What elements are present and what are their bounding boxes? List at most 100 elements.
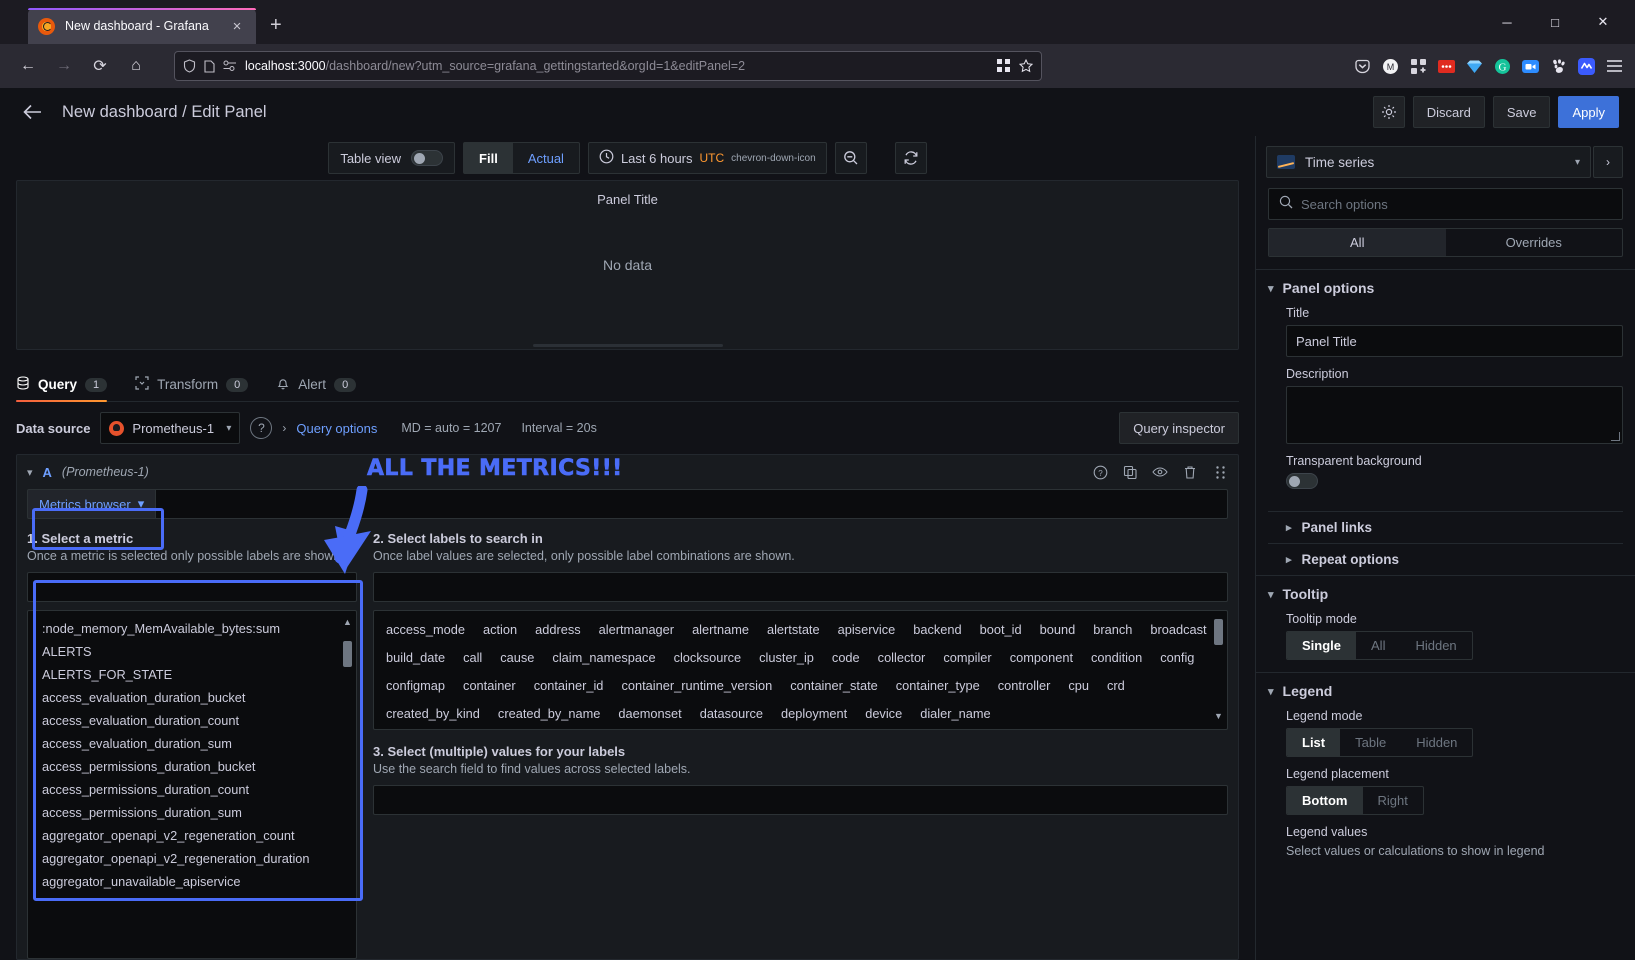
scrollbar-thumb[interactable] [1214, 619, 1223, 645]
list-item[interactable]: access_evaluation_duration_count [28, 709, 356, 732]
gnome-icon[interactable] [1549, 57, 1567, 75]
time-range-picker[interactable]: Last 6 hours UTC chevron-down-icon [588, 142, 827, 174]
subsection-panel-links[interactable]: ▸ Panel links [1268, 511, 1623, 543]
tab-alert[interactable]: Alert 0 [276, 376, 356, 401]
query-ref-id[interactable]: A [43, 465, 52, 480]
subsection-repeat-options[interactable]: ▸ Repeat options [1268, 543, 1623, 575]
actual-button[interactable]: Actual [513, 143, 579, 173]
legend-placement-right[interactable]: Right [1363, 787, 1423, 814]
table-view-toggle[interactable]: Table view [328, 142, 455, 174]
red-extension-icon[interactable] [1437, 57, 1455, 75]
label-search-input[interactable] [373, 572, 1228, 602]
list-item[interactable]: cause [500, 647, 534, 668]
list-item[interactable]: alertmanager [599, 619, 674, 640]
tooltip-mode-all[interactable]: All [1356, 632, 1400, 659]
label-list[interactable]: access_mode action address alertmanager … [373, 610, 1228, 730]
scroll-up-icon[interactable]: ▲ [343, 617, 352, 627]
tab-transform[interactable]: Transform 0 [135, 376, 248, 401]
metric-list[interactable]: :node_memory_MemAvailable_bytes:sum ALER… [27, 610, 357, 959]
tab-query[interactable]: Query 1 [16, 376, 107, 401]
close-icon[interactable]: × [228, 18, 246, 35]
legend-header[interactable]: ▾ Legend [1268, 683, 1623, 699]
scrollbar-thumb[interactable] [343, 641, 352, 667]
collapse-caret-icon[interactable]: ▾ [27, 466, 33, 479]
list-item[interactable]: daemonset [618, 703, 681, 724]
list-item[interactable]: code [832, 647, 860, 668]
list-item[interactable]: branch [1093, 619, 1132, 640]
list-item[interactable]: container_runtime_version [621, 675, 772, 696]
search-options-input[interactable]: Search options [1268, 188, 1623, 220]
list-item[interactable]: condition [1091, 647, 1142, 668]
pocket-icon[interactable] [1353, 57, 1371, 75]
help-circle-icon[interactable]: ? [1092, 464, 1108, 480]
list-item[interactable]: container_state [790, 675, 878, 696]
bookmark-star-icon[interactable] [1019, 59, 1033, 73]
discard-button[interactable]: Discard [1413, 96, 1485, 128]
list-item[interactable]: ALERTS [28, 640, 356, 663]
trash-icon[interactable] [1182, 464, 1198, 480]
save-button[interactable]: Save [1493, 96, 1551, 128]
list-item[interactable]: aggregator_openapi_v2_regeneration_count [28, 824, 356, 847]
datasource-select[interactable]: Prometheus-1 ▾ [100, 412, 240, 444]
help-circle-icon[interactable]: ? [250, 417, 272, 439]
back-arrow-icon[interactable] [16, 96, 48, 128]
list-item[interactable]: aggregator_openapi_v2_regeneration_durat… [28, 847, 356, 870]
list-item[interactable]: build_date [386, 647, 445, 668]
list-item[interactable]: component [1010, 647, 1073, 668]
list-item[interactable]: deployment [781, 703, 847, 724]
panel-options-header[interactable]: ▾ Panel options [1268, 280, 1623, 296]
back-icon[interactable]: ← [12, 50, 44, 82]
refresh-icon[interactable] [895, 142, 927, 174]
transparent-background-switch[interactable] [1286, 473, 1318, 489]
window-close-icon[interactable]: ✕ [1581, 8, 1625, 36]
list-item[interactable]: configmap [386, 675, 445, 696]
list-item[interactable]: created_by_kind [386, 703, 480, 724]
list-item[interactable]: collector [878, 647, 926, 668]
list-item[interactable]: boot_id [980, 619, 1022, 640]
list-item[interactable]: access_mode [386, 619, 465, 640]
tooltip-mode-single[interactable]: Single [1287, 632, 1356, 659]
chevron-down-icon[interactable]: ▾ [1575, 157, 1580, 168]
eye-icon[interactable] [1152, 464, 1168, 480]
list-item[interactable]: container_id [534, 675, 604, 696]
chevron-down-icon[interactable]: chevron-down-icon [731, 153, 816, 164]
metrics-browser-button[interactable]: Metrics browser ▾ [27, 489, 156, 519]
blue-extension-icon[interactable] [1577, 57, 1595, 75]
metamask-icon[interactable]: M [1381, 57, 1399, 75]
chevron-right-icon[interactable]: ▸ [1286, 553, 1292, 566]
query-options-toggle[interactable]: Query options [296, 421, 377, 436]
list-item[interactable]: call [463, 647, 482, 668]
zoom-icon[interactable] [1521, 57, 1539, 75]
hamburger-menu-icon[interactable] [1605, 57, 1623, 75]
list-item[interactable]: claim_namespace [552, 647, 655, 668]
query-inspector-button[interactable]: Query inspector [1119, 412, 1239, 444]
list-item[interactable]: container_type [896, 675, 980, 696]
list-item[interactable]: access_permissions_duration_sum [28, 801, 356, 824]
options-scroll-area[interactable]: ▾ Panel options Title Panel Title Descri… [1256, 257, 1635, 960]
panel-title-input[interactable]: Panel Title [1286, 325, 1623, 357]
list-item[interactable]: access_evaluation_duration_sum [28, 732, 356, 755]
chevron-down-icon[interactable]: ▾ [1268, 685, 1274, 698]
viz-type-select[interactable]: Time series ▾ [1266, 146, 1591, 178]
list-item[interactable]: address [535, 619, 581, 640]
list-item[interactable]: access_permissions_duration_bucket [28, 755, 356, 778]
extensions-grid-icon[interactable] [997, 59, 1011, 73]
label-values-search-input[interactable] [373, 785, 1228, 815]
list-item[interactable]: broadcast [1150, 619, 1206, 640]
list-item[interactable]: created_by_name [498, 703, 600, 724]
list-item[interactable]: action [483, 619, 517, 640]
zoom-out-icon[interactable] [835, 142, 867, 174]
duplicate-icon[interactable] [1122, 464, 1138, 480]
list-item[interactable]: access_evaluation_duration_bucket [28, 686, 356, 709]
legend-mode-hidden[interactable]: Hidden [1401, 729, 1472, 756]
list-item[interactable]: :node_memory_MemAvailable_bytes:sum [28, 617, 356, 640]
promql-expression-input[interactable] [156, 489, 1228, 519]
reload-icon[interactable]: ⟳ [84, 50, 116, 82]
fill-button[interactable]: Fill [464, 143, 513, 173]
chevron-down-icon[interactable]: ▾ [226, 423, 231, 434]
apps-grid-icon[interactable] [1409, 57, 1427, 75]
list-item[interactable]: ALERTS_FOR_STATE [28, 663, 356, 686]
browser-tab[interactable]: New dashboard - Grafana × [28, 8, 256, 44]
list-item[interactable]: clocksource [674, 647, 742, 668]
url-bar[interactable]: localhost:3000/dashboard/new?utm_source=… [174, 51, 1042, 81]
